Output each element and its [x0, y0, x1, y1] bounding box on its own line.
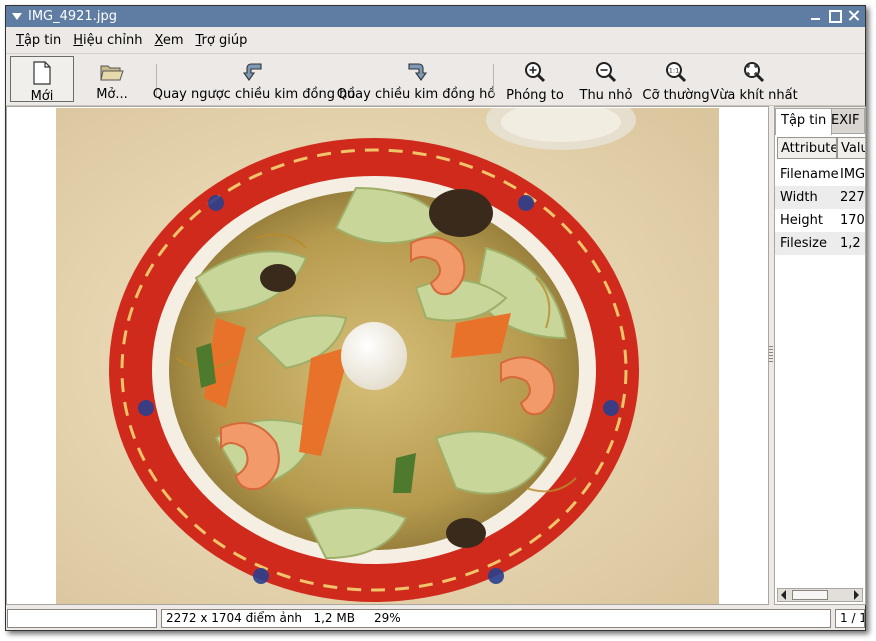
zoom-in-icon [523, 60, 547, 84]
menu-file[interactable]: Tập tin [10, 33, 67, 48]
minimize-icon[interactable] [808, 8, 823, 23]
zoom-out-label: Thu nhỏ [579, 88, 633, 103]
panel-tabs: Tập tin EXIF [775, 107, 865, 135]
tab-file[interactable]: Tập tin [775, 108, 833, 135]
rotate-ccw-label: Quay ngược chiều kim đồng hồ [152, 87, 356, 102]
window-menu-icon[interactable] [12, 13, 22, 20]
attribute-key: Height [780, 213, 823, 228]
status-bar: 2272 x 1704 điểm ảnh 1,2 MB 29% 1 / 1 [6, 606, 865, 630]
column-header-value[interactable]: Value [837, 137, 865, 159]
toolbar: Mới Mở... Quay ngược chiều kim đồng hồ Q… [6, 54, 865, 106]
zoom-normal-icon: 1:1 [664, 60, 688, 84]
zoom-fit-icon [742, 60, 766, 84]
rotate-cw-label: Quay chiều kim đồng hồ [336, 87, 496, 102]
table-row[interactable]: Height 1704 [775, 209, 865, 232]
open-folder-icon [99, 60, 125, 83]
menu-bar: Tập tin Hiệu chỉnh Xem Trợ giúp [6, 27, 865, 54]
best-fit-button[interactable]: Vừa khít nhất [710, 56, 798, 103]
title-bar[interactable]: IMG_4921.jpg [6, 6, 865, 27]
rotate-ccw-button[interactable]: Quay ngược chiều kim đồng hồ [153, 56, 355, 102]
column-header-attribute[interactable]: Attribute [777, 137, 837, 159]
close-icon[interactable] [846, 8, 861, 23]
zoom-out-icon [594, 60, 618, 84]
best-fit-label: Vừa khít nhất [710, 88, 798, 103]
rotate-cw-icon [405, 60, 427, 83]
attribute-value: 2272 [840, 190, 865, 205]
new-button[interactable]: Mới [10, 56, 74, 104]
table-row[interactable]: Filesize 1,2 [775, 232, 865, 255]
attribute-key: Filesize [780, 236, 827, 251]
status-message [7, 608, 157, 628]
attribute-value: 1,2 [840, 236, 861, 251]
open-label: Mở... [96, 87, 128, 102]
status-page-counter: 1 / 1 [835, 608, 865, 628]
image-view[interactable] [6, 106, 769, 605]
pane-resize-handle[interactable] [769, 346, 773, 362]
menu-help[interactable]: Trợ giúp [190, 33, 254, 48]
attribute-key: Width [780, 190, 818, 205]
normal-size-button[interactable]: 1:1 Cỡ thường [642, 56, 710, 103]
window-title: IMG_4921.jpg [28, 9, 117, 24]
rotate-ccw-icon [243, 60, 265, 83]
new-label: Mới [30, 89, 54, 104]
status-image-info: 2272 x 1704 điểm ảnh 1,2 MB 29% [161, 608, 831, 628]
scroll-left-icon[interactable] [781, 590, 786, 600]
properties-panel: Tập tin EXIF Attribute Value Filename IM… [774, 106, 866, 605]
zoom-out-button[interactable]: Thu nhỏ [570, 56, 642, 103]
normal-size-label: Cỡ thường [642, 88, 710, 103]
photo-plate-of-noodles [56, 108, 719, 604]
open-button[interactable]: Mở... [74, 56, 150, 102]
image-viewer-window: IMG_4921.jpg Tập tin Hiệu chỉnh Xem Trợ … [5, 5, 866, 631]
panel-horizontal-scrollbar[interactable] [777, 588, 863, 602]
maximize-icon[interactable] [827, 8, 842, 23]
toolbar-separator [493, 64, 494, 96]
attribute-key: Filename [780, 167, 839, 182]
rotate-cw-button[interactable]: Quay chiều kim đồng hồ [337, 56, 495, 102]
zoom-in-button[interactable]: Phóng to [500, 56, 570, 103]
scroll-right-icon[interactable] [854, 590, 859, 600]
scrollbar-thumb[interactable] [792, 590, 828, 600]
menu-view[interactable]: Xem [149, 33, 190, 48]
new-document-icon [32, 61, 52, 85]
table-row[interactable]: Filename IMG [775, 163, 865, 186]
attribute-value: 1704 [840, 213, 865, 228]
attribute-value: IMG [840, 167, 866, 182]
table-row[interactable]: Width 2272 [775, 186, 865, 209]
svg-text:1:1: 1:1 [669, 67, 679, 75]
zoom-in-label: Phóng to [506, 88, 564, 103]
menu-edit[interactable]: Hiệu chỉnh [67, 33, 148, 48]
